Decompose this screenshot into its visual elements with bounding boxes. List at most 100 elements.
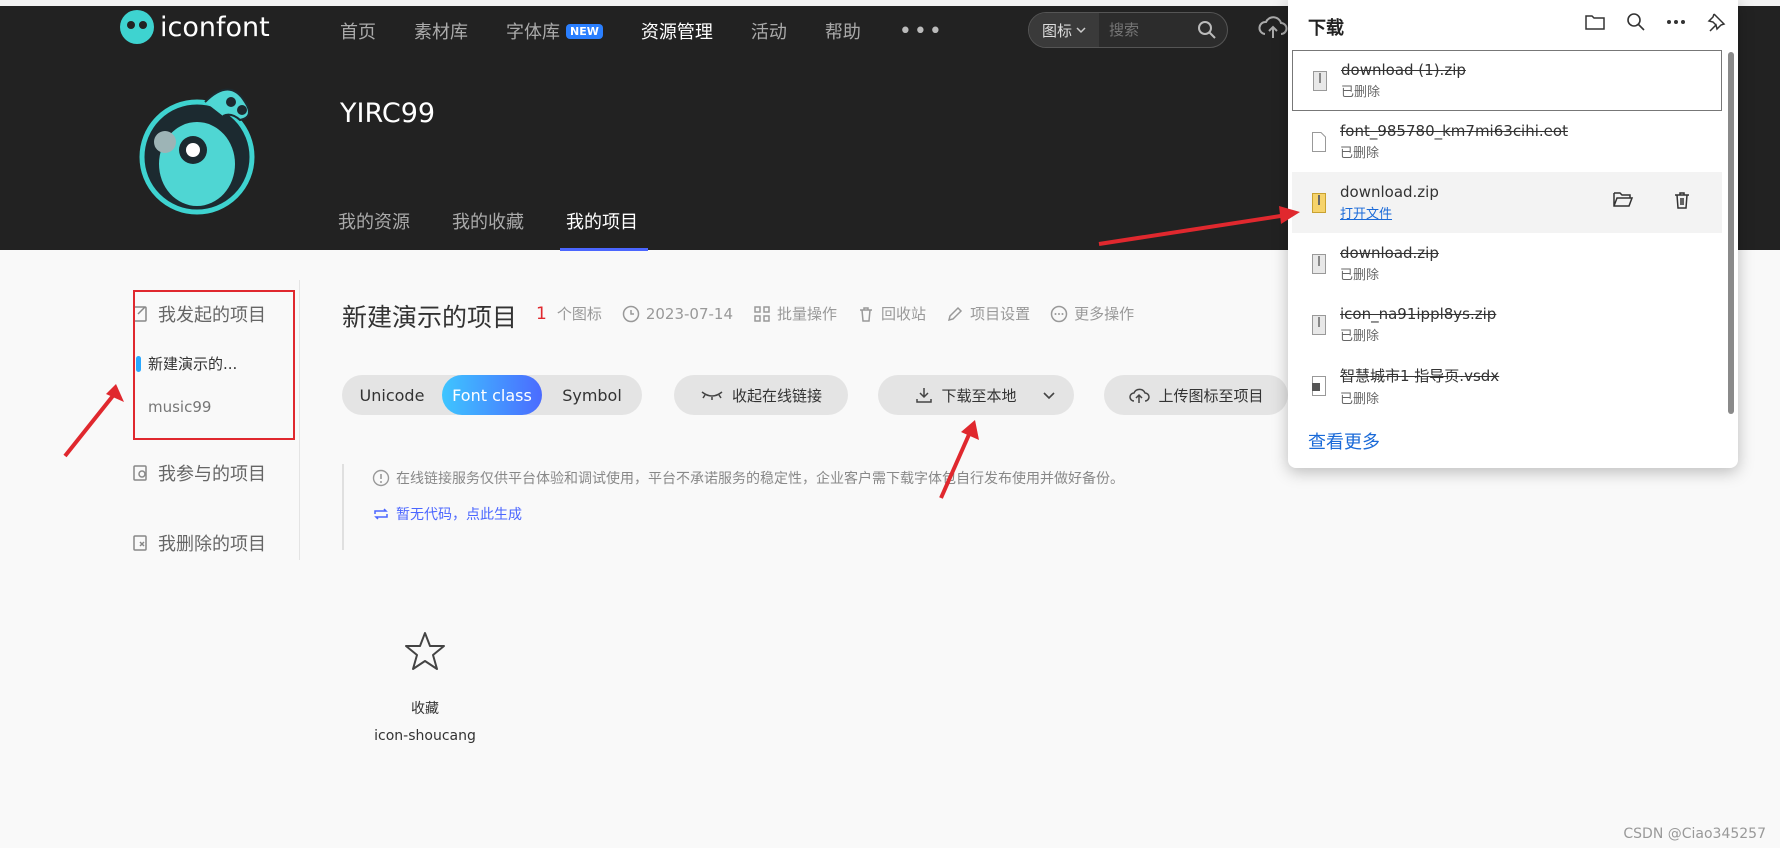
project-settings-button[interactable]: 项目设置 [946, 303, 1030, 324]
nav-item-materials[interactable]: 素材库 [414, 18, 468, 44]
see-more-link[interactable]: 查看更多 [1308, 428, 1380, 454]
new-badge: NEW [566, 23, 603, 39]
tab-my-resources[interactable]: 我的资源 [338, 208, 410, 248]
zip-file-icon [1313, 70, 1327, 91]
button-label: 上传图标至项目 [1158, 386, 1264, 405]
download-filename: download.zip [1340, 183, 1439, 201]
nav-label: 首页 [340, 22, 376, 43]
upload-to-project-button[interactable]: 上传图标至项目 [1104, 375, 1288, 415]
download-item-actions [1612, 190, 1692, 210]
download-item[interactable]: icon_na91ippl8ys.zip 已删除 [1292, 294, 1722, 355]
tab-my-favorites[interactable]: 我的收藏 [452, 208, 524, 248]
eye-closed-icon [701, 391, 723, 400]
deleted-doc-icon [133, 535, 147, 551]
sidebar-group-joined[interactable]: 我参与的项目 [132, 460, 266, 486]
download-item[interactable]: download.zip 打开文件 [1292, 172, 1722, 233]
nav-label: 素材库 [414, 22, 468, 43]
download-item[interactable]: download.zip 已删除 [1292, 233, 1722, 294]
pin-icon[interactable] [1706, 12, 1726, 32]
icon-count: 1 [536, 303, 547, 324]
nav-label: 活动 [750, 22, 787, 43]
nav-item-fonts[interactable]: 字体库 NEW [506, 18, 603, 44]
upload-cloud-icon[interactable] [1258, 14, 1288, 44]
more-nav-icon[interactable]: ••• [899, 19, 944, 44]
open-file-link[interactable]: 打开文件 [1340, 203, 1439, 222]
site-logo[interactable]: iconfont [120, 10, 270, 44]
downloads-title: 下载 [1308, 18, 1344, 39]
batch-operations-button[interactable]: 批量操作 [753, 303, 837, 324]
visio-file-icon [1312, 375, 1326, 396]
user-avatar[interactable] [135, 72, 270, 222]
download-local-button[interactable]: 下载至本地 [878, 375, 1074, 415]
annotation-arrow-panel [1098, 206, 1300, 246]
nav-item-resources[interactable]: 资源管理 [641, 18, 713, 44]
more-circle-icon [1050, 305, 1068, 322]
download-status: 已删除 [1340, 391, 1380, 407]
tab-my-projects[interactable]: 我的项目 [560, 208, 648, 251]
trash-icon[interactable] [1672, 190, 1692, 210]
button-label: 下载至本地 [941, 386, 1017, 405]
code-type-tabs: Unicode Font class Symbol [342, 375, 642, 415]
tab-unicode[interactable]: Unicode [342, 375, 442, 415]
nav-item-events[interactable]: 活动 [751, 18, 787, 44]
more-horizontal-icon[interactable] [1666, 19, 1686, 25]
nav-item-help[interactable]: 帮助 [825, 18, 861, 44]
zip-file-icon [1312, 253, 1326, 274]
download-filename: icon_na91ippl8ys.zip [1340, 305, 1497, 323]
sidebar-group-label: 我删除的项目 [158, 534, 266, 555]
nav-label: 帮助 [824, 22, 861, 43]
online-link-notice: 在线链接服务仅供平台体验和调试使用，平台不承诺服务的稳定性，企业客户需下载字体包… [342, 464, 1222, 550]
count-unit-label: 个图标 [556, 305, 602, 323]
search-input[interactable] [1099, 21, 1187, 39]
download-item[interactable]: 智慧城市1 指导页.vsdx 已删除 [1292, 355, 1722, 416]
star-icon [405, 632, 445, 670]
notice-text: 在线链接服务仅供平台体验和调试使用，平台不承诺服务的稳定性，企业客户需下载字体包… [372, 468, 1124, 488]
search-type-label: 图标 [1041, 21, 1072, 40]
date-label: 2023-07-14 [645, 304, 734, 323]
grid-icon [754, 305, 770, 322]
folder-icon[interactable] [1584, 13, 1606, 31]
icon-card[interactable]: 收藏 icon-shoucang [370, 630, 480, 744]
open-folder-icon[interactable] [1612, 190, 1634, 208]
download-filename: download.zip [1340, 244, 1439, 262]
chevron-down-icon [1076, 27, 1086, 34]
trash-icon [860, 306, 873, 322]
upload-cloud-icon [1129, 388, 1151, 403]
download-item[interactable]: download (1).zip 已删除 [1292, 50, 1722, 111]
download-status: 已删除 [1340, 329, 1380, 344]
project-meta: 1 个图标 2023-07-14 批量操作 回收站 项目设置 更多操作 [536, 303, 1154, 324]
downloads-scrollbar[interactable] [1728, 52, 1734, 414]
annotation-arrow-sidebar [63, 384, 124, 458]
tab-font-class[interactable]: Font class [442, 375, 542, 415]
search-icon[interactable] [1187, 13, 1227, 47]
logo-text: iconfont [160, 11, 270, 43]
zip-file-icon [1312, 192, 1326, 213]
action-label: 项目设置 [970, 305, 1031, 323]
tab-symbol[interactable]: Symbol [542, 375, 642, 415]
notice-label: 在线链接服务仅供平台体验和调试使用，平台不承诺服务的稳定性，企业客户需下载字体包… [396, 471, 1124, 487]
download-filename: download (1).zip [1341, 61, 1466, 79]
downloads-toolbar [1584, 12, 1726, 32]
download-icon [916, 388, 933, 403]
nav-item-home[interactable]: 首页 [340, 18, 376, 44]
profile-tabs: 我的资源 我的收藏 我的项目 [338, 208, 680, 251]
download-filename: font_985780_km7mi63cihi.eot [1340, 122, 1568, 140]
nav-label: 字体库 [506, 22, 560, 43]
zip-file-icon [1312, 314, 1326, 335]
collapse-online-link-button[interactable]: 收起在线链接 [674, 375, 848, 415]
generate-code-link[interactable]: 暂无代码，点此生成 [372, 504, 522, 524]
search-icon[interactable] [1626, 12, 1646, 32]
download-status: 已删除 [1341, 85, 1381, 100]
download-item[interactable]: font_985780_km7mi63cihi.eot 已删除 [1292, 111, 1722, 172]
annotation-box [133, 290, 295, 440]
clock-icon [622, 305, 640, 322]
sidebar-group-deleted[interactable]: 我删除的项目 [132, 530, 266, 556]
file-icon [1312, 131, 1326, 152]
more-actions-button[interactable]: 更多操作 [1050, 303, 1134, 324]
icon-name: 收藏 [411, 701, 439, 717]
username: YIRC99 [340, 98, 436, 129]
action-label: 更多操作 [1074, 305, 1135, 323]
search-type-select[interactable]: 图标 [1029, 13, 1099, 47]
info-icon [372, 469, 390, 487]
recycle-bin-button[interactable]: 回收站 [857, 303, 926, 324]
